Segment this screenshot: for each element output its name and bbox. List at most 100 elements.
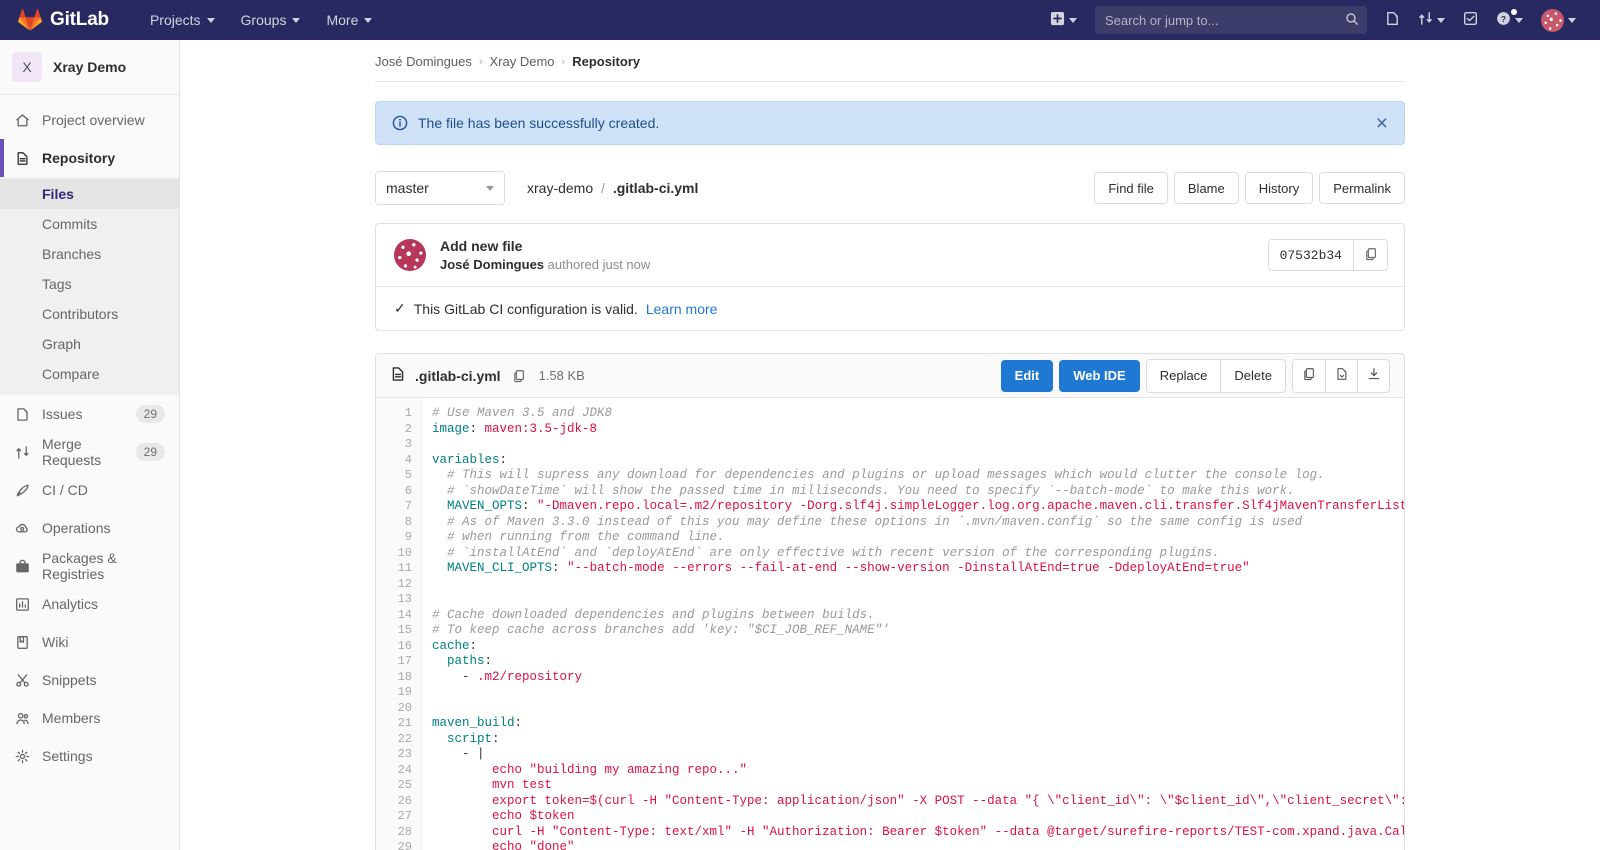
commit-row: Add new file José Domingues authored jus…	[376, 224, 1404, 286]
issues-icon	[1385, 11, 1400, 29]
book-icon	[14, 634, 30, 650]
issues-button[interactable]	[1377, 6, 1408, 34]
search-input[interactable]	[1105, 13, 1345, 28]
new-item-button[interactable]	[1042, 6, 1085, 34]
copy-contents-button[interactable]	[1293, 360, 1325, 392]
line-number: 16	[376, 639, 421, 655]
copy-path-button[interactable]	[512, 369, 526, 383]
search-box[interactable]	[1095, 6, 1367, 34]
todos-button[interactable]	[1455, 6, 1486, 34]
sidebar-project-header[interactable]: X Xray Demo	[0, 40, 179, 95]
code-token: MAVEN_OPTS	[447, 499, 522, 513]
nav-groups[interactable]: Groups	[228, 0, 314, 40]
sidebar-item-label: Project overview	[42, 112, 145, 128]
search-icon[interactable]	[1345, 12, 1359, 29]
nav-groups-label: Groups	[241, 12, 287, 28]
code-token: variables	[432, 453, 500, 467]
sidebar-item-wiki[interactable]: Wiki	[0, 623, 179, 661]
sidebar-item-packages-registries[interactable]: Packages & Registries	[0, 547, 179, 585]
breadcrumb-owner[interactable]: José Domingues	[375, 54, 472, 69]
file-toolbar: master xray-demo / .gitlab-ci.yml Find f…	[375, 171, 1405, 205]
breadcrumb-project[interactable]: Xray Demo	[490, 54, 555, 69]
replace-button[interactable]: Replace	[1147, 360, 1221, 392]
file-path: xray-demo / .gitlab-ci.yml	[527, 180, 698, 196]
code-token: cache	[432, 639, 470, 653]
path-repo[interactable]: xray-demo	[527, 180, 593, 196]
code-line: # This will supress any download for dep…	[432, 468, 1404, 484]
code-token: # Cache downloaded dependencies and plug…	[432, 608, 875, 622]
sidebar-item-operations[interactable]: Operations	[0, 509, 179, 547]
open-raw-button[interactable]	[1325, 360, 1357, 392]
blame-button[interactable]: Blame	[1174, 172, 1239, 204]
line-number: 14	[376, 608, 421, 624]
sidebar-item-merge-requests[interactable]: Merge Requests 29	[0, 433, 179, 471]
ci-status-text: This GitLab CI configuration is valid.	[414, 301, 638, 317]
commit-meta: José Domingues authored just now	[440, 257, 650, 272]
sidebar-item-ci-cd[interactable]: CI / CD	[0, 471, 179, 509]
permalink-button[interactable]: Permalink	[1319, 172, 1405, 204]
code-line: # Cache downloaded dependencies and plug…	[432, 608, 1404, 624]
copy-icon	[1302, 367, 1316, 384]
history-button[interactable]: History	[1245, 172, 1313, 204]
branch-selector[interactable]: master	[375, 171, 505, 205]
nav-projects[interactable]: Projects	[137, 0, 228, 40]
sidebar-item-files[interactable]: Files	[0, 179, 179, 209]
line-number: 13	[376, 592, 421, 608]
sidebar-item-label: Members	[42, 710, 100, 726]
code-token: echo "building my amazing repo..."	[432, 763, 747, 777]
line-number: 3	[376, 437, 421, 453]
commit-card: Add new file José Domingues authored jus…	[375, 223, 1405, 331]
code-line: mvn test	[432, 778, 1404, 794]
line-number: 8	[376, 515, 421, 531]
gitlab-brand-text: GitLab	[50, 9, 109, 31]
web-ide-button[interactable]: Web IDE	[1059, 360, 1140, 392]
sidebar-item-tags[interactable]: Tags	[0, 269, 179, 299]
find-file-button[interactable]: Find file	[1094, 172, 1168, 204]
sidebar-item-contributors[interactable]: Contributors	[0, 299, 179, 329]
help-button[interactable]: ?	[1488, 6, 1531, 34]
line-number: 24	[376, 763, 421, 779]
merge-request-icon	[1418, 11, 1433, 29]
chart-bar-icon	[14, 596, 30, 612]
delete-button[interactable]: Delete	[1220, 360, 1285, 392]
sidebar-subitem-label: Contributors	[42, 306, 118, 322]
download-button[interactable]	[1357, 360, 1389, 392]
learn-more-link[interactable]: Learn more	[646, 301, 718, 317]
nav-projects-label: Projects	[150, 12, 201, 28]
sidebar-item-project-overview[interactable]: Project overview	[0, 101, 179, 139]
code-token: :	[485, 654, 493, 668]
main-content: José Domingues › Xray Demo › Repository …	[180, 40, 1600, 850]
code-content[interactable]: # Use Maven 3.5 and JDK8image: maven:3.5…	[422, 398, 1404, 850]
code-line	[432, 701, 1404, 717]
navbar-right-actions: ?	[1042, 6, 1600, 34]
close-icon[interactable]: ×	[1376, 113, 1388, 134]
file-toolbar-buttons: Find file Blame History Permalink	[1094, 172, 1405, 204]
sidebar-item-branches[interactable]: Branches	[0, 239, 179, 269]
code-token	[432, 561, 447, 575]
sidebar-item-issues[interactable]: Issues 29	[0, 395, 179, 433]
code-line: # To keep cache across branches add 'key…	[432, 623, 1404, 639]
commit-author-name[interactable]: José Domingues	[440, 257, 544, 272]
sidebar-item-analytics[interactable]: Analytics	[0, 585, 179, 623]
sidebar-item-snippets[interactable]: Snippets	[0, 661, 179, 699]
commit-author-avatar	[394, 239, 426, 271]
chevron-down-icon	[486, 186, 494, 191]
sidebar-item-compare[interactable]: Compare	[0, 359, 179, 389]
gitlab-logo[interactable]: GitLab	[18, 8, 109, 32]
code-token: mvn test	[432, 778, 552, 792]
sidebar-item-commits[interactable]: Commits	[0, 209, 179, 239]
sidebar-item-members[interactable]: Members	[0, 699, 179, 737]
merge-requests-button[interactable]	[1410, 6, 1453, 34]
nav-more[interactable]: More	[313, 0, 385, 40]
sidebar-item-graph[interactable]: Graph	[0, 329, 179, 359]
commit-sha: 07532b34	[1269, 240, 1353, 270]
chevron-down-icon	[1568, 18, 1576, 23]
copy-sha-button[interactable]	[1353, 240, 1387, 270]
code-token: # `installAtEnd` and `deployAtEnd` are o…	[432, 546, 1220, 560]
sidebar-item-repository[interactable]: Repository	[0, 139, 179, 177]
commit-title[interactable]: Add new file	[440, 238, 650, 254]
chevron-down-icon	[364, 18, 372, 23]
edit-button[interactable]: Edit	[1001, 360, 1054, 392]
sidebar-item-settings[interactable]: Settings	[0, 737, 179, 775]
user-menu-button[interactable]	[1533, 6, 1584, 34]
